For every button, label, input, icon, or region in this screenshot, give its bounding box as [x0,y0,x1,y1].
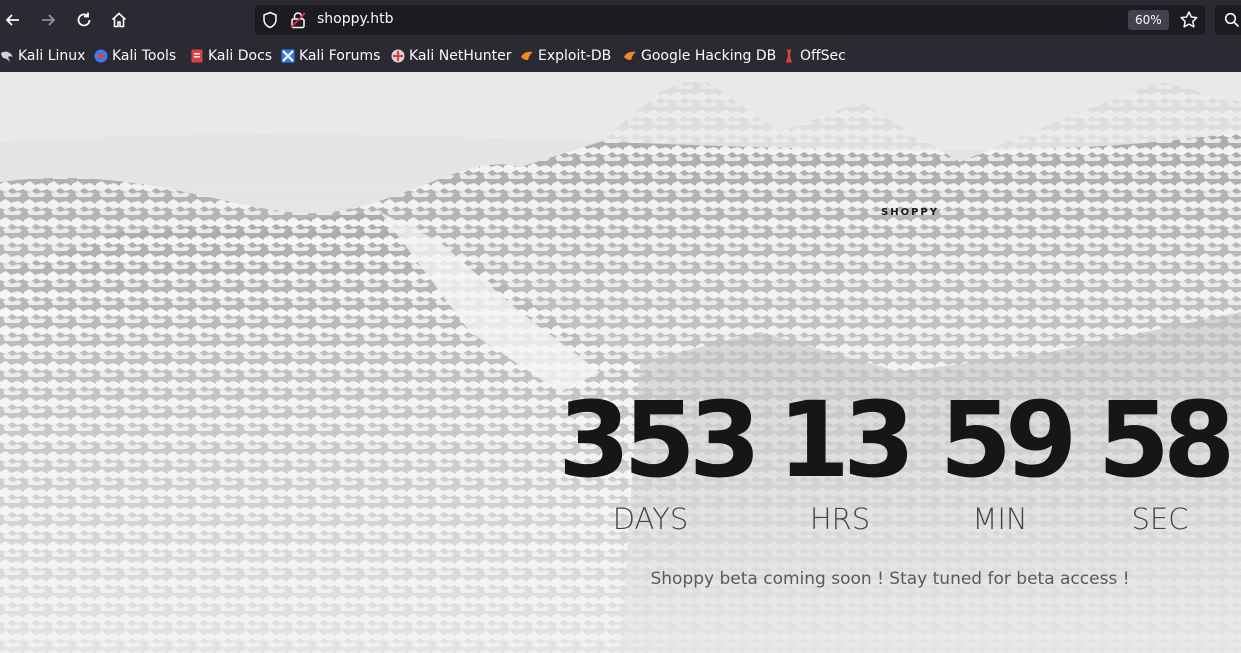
site-brand-logo[interactable]: SHOPPY [881,207,939,218]
kali-forums-icon [281,49,295,63]
bookmark-label: Kali Linux [18,48,86,64]
ghdb-icon [623,49,637,63]
bookmark-label: Exploit-DB [538,48,612,64]
home-button[interactable] [106,7,132,33]
countdown-hours-value: 13 [777,379,916,501]
countdown-seconds-value: 58 [1097,379,1236,501]
bookmark-label: Kali Docs [208,48,273,64]
page-viewport: SHOPPY 353 DAYS 13 HRS 59 MIN 58 SEC Sho… [0,72,1241,653]
insecure-lock-icon[interactable] [289,11,307,29]
countdown-minutes-unit: MIN [972,502,1028,536]
countdown-days-value: 353 [558,379,761,501]
coming-soon-tagline: Shoppy beta coming soon ! Stay tuned for… [650,569,1130,589]
home-icon [111,12,127,28]
url-bar[interactable]: shoppy.htb 60% [255,5,1205,35]
bookmark-label: Google Hacking DB [641,48,777,64]
search-box[interactable] [1215,5,1241,35]
bookmark-label: OffSec [800,48,846,64]
bookmark-kali-docs[interactable]: Kali Docs [190,45,272,67]
bookmark-kali-tools[interactable]: Kali Tools [94,45,176,67]
reload-button[interactable] [71,7,97,33]
reload-icon [77,12,91,27]
bookmark-google-hacking-db[interactable]: Google Hacking DB [623,45,776,67]
browser-toolbar: shoppy.htb 60% [0,0,1241,40]
forward-button[interactable] [35,7,61,33]
bookmarks-toolbar: Kali Linux Kali Tools Kali Docs Kali For… [0,40,1241,73]
countdown-hours-unit: HRS [809,502,871,536]
countdown-seconds-unit: SEC [1131,502,1189,536]
zoom-level-badge[interactable]: 60% [1128,10,1169,30]
bookmark-exploit-db[interactable]: Exploit-DB [520,45,611,67]
bookmark-label: Kali Tools [112,48,177,64]
kali-nethunter-icon [391,49,405,63]
back-button[interactable] [0,7,26,33]
mountain-background-image [0,72,1241,653]
search-icon [1224,12,1240,28]
exploit-db-icon [520,49,534,63]
kali-tools-icon [94,49,108,63]
tracking-shield-icon[interactable] [261,11,279,29]
kali-docs-icon [190,49,204,63]
bookmark-label: Kali NetHunter [409,48,512,64]
bookmark-kali-forums[interactable]: Kali Forums [281,45,380,67]
arrow-left-icon [5,14,19,26]
bookmark-star-icon[interactable] [1179,10,1199,30]
offsec-icon [782,49,796,63]
countdown-days-unit: DAYS [612,502,689,536]
bookmark-offsec[interactable]: OffSec [782,45,846,67]
arrow-right-icon [42,14,56,26]
countdown-minutes-value: 59 [939,379,1078,501]
bookmark-kali-nethunter[interactable]: Kali NetHunter [391,45,511,67]
bookmark-kali-linux[interactable]: Kali Linux [0,45,85,67]
bookmark-label: Kali Forums [299,48,381,64]
kali-dragon-icon [0,49,14,63]
url-text[interactable]: shoppy.htb [317,11,394,27]
